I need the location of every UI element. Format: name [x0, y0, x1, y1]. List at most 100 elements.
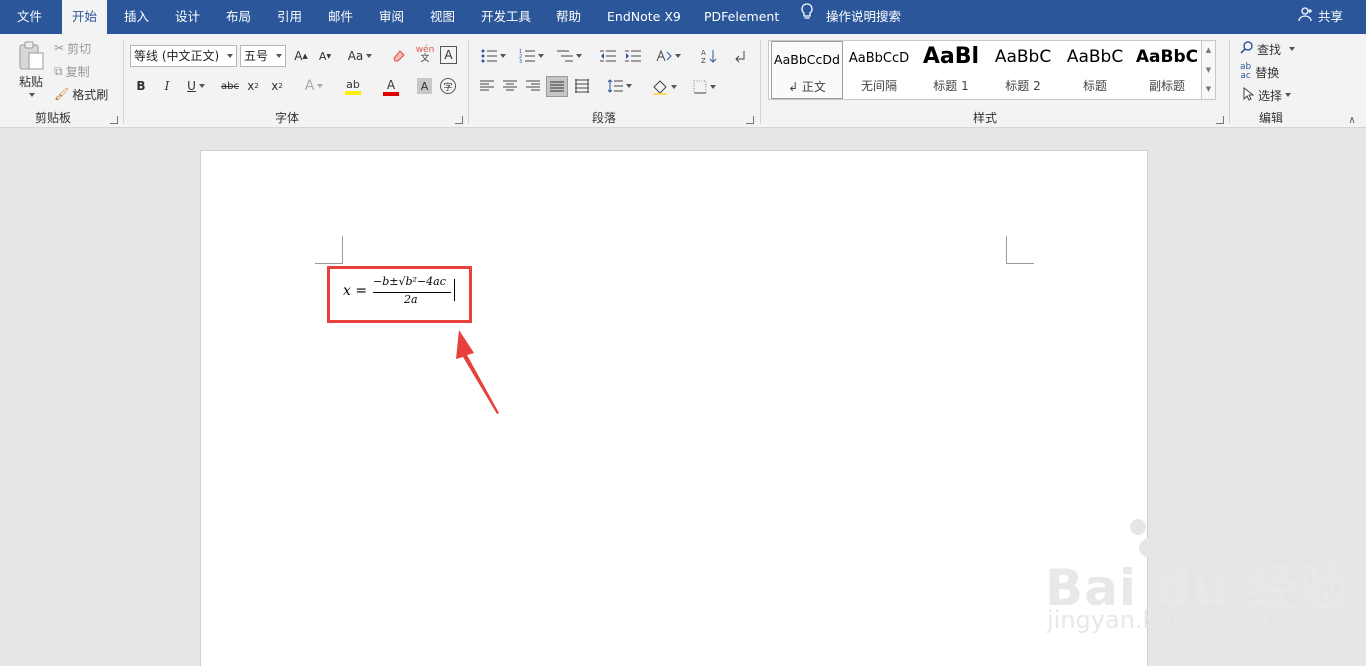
tab-layout[interactable]: 布局 — [226, 0, 251, 34]
document-page[interactable] — [200, 150, 1148, 666]
tab-help[interactable]: 帮助 — [556, 0, 581, 34]
line-spacing-button[interactable] — [603, 78, 635, 94]
select-label: 选择 — [1258, 88, 1283, 103]
clipboard-launcher-icon[interactable] — [110, 116, 118, 124]
copy-button[interactable]: ⧉ 复制 — [54, 63, 90, 79]
text-effects-button[interactable]: A — [300, 77, 328, 95]
align-right-icon[interactable] — [524, 78, 542, 94]
share-label: 共享 — [1317, 9, 1343, 24]
subscript-button[interactable]: x2 — [245, 77, 261, 95]
crop-mark-top-left — [315, 236, 343, 264]
style-preview: AaBbC — [1135, 47, 1199, 67]
font-name-select[interactable]: 等线 (中文正文) — [130, 45, 237, 67]
style-no-spacing[interactable]: AaBbCcD 无间隔 — [843, 41, 915, 99]
group-label-clipboard: 剪贴板 — [35, 111, 72, 125]
paintbrush-icon: 🖌 — [54, 87, 70, 101]
change-case-button[interactable]: Aa — [345, 47, 375, 65]
find-button[interactable]: 查找 — [1240, 40, 1296, 58]
show-marks-icon[interactable] — [732, 47, 748, 65]
strikethrough-button[interactable]: abc — [220, 77, 240, 95]
tab-pdfelement[interactable]: PDFelement — [704, 0, 779, 34]
highlight-swatch — [345, 91, 361, 95]
cursor-arrow-icon — [1243, 86, 1255, 104]
chevron-down-icon[interactable] — [25, 90, 35, 100]
chevron-up-icon[interactable]: ▲ — [1202, 43, 1215, 57]
style-preview: AaBbC — [1066, 47, 1124, 67]
svg-text:Z: Z — [701, 57, 706, 64]
replace-button[interactable]: ab ac 替换 — [1240, 63, 1279, 81]
tab-view[interactable]: 视图 — [430, 0, 455, 34]
character-shading-icon[interactable]: A — [417, 78, 432, 94]
tab-references[interactable]: 引用 — [277, 0, 302, 34]
tab-mailings[interactable]: 邮件 — [328, 0, 353, 34]
group-label-styles: 样式 — [973, 111, 998, 125]
italic-button[interactable]: I — [160, 77, 174, 95]
highlight-color-button[interactable]: ab — [337, 77, 369, 97]
paste-button[interactable]: 粘贴 — [14, 73, 48, 89]
sort-icon[interactable]: AZ — [700, 47, 718, 65]
style-name: 标题 — [1082, 79, 1107, 93]
group-label-editing: 编辑 — [1259, 111, 1284, 125]
numbering-icon: 123 — [519, 49, 535, 63]
grow-font-icon[interactable]: A ▲ — [293, 47, 309, 65]
paw-icon — [1118, 515, 1188, 560]
gallery-scroll[interactable]: ▲ ▼ ▼ — [1201, 41, 1215, 99]
divider — [1229, 40, 1230, 124]
tab-endnote[interactable]: EndNote X9 — [607, 0, 681, 34]
style-heading-2[interactable]: AaBbC 标题 2 — [987, 41, 1059, 99]
borders-button[interactable] — [688, 78, 720, 96]
font-color-button[interactable]: A — [375, 77, 407, 97]
find-label: 查找 — [1257, 42, 1282, 57]
bold-button[interactable]: B — [134, 77, 148, 95]
clear-formatting-icon[interactable] — [390, 47, 408, 65]
line-spacing-icon — [607, 79, 623, 93]
tab-design[interactable]: 设计 — [175, 0, 200, 34]
style-subtitle[interactable]: AaBbC 副标题 — [1131, 41, 1203, 99]
tab-developer[interactable]: 开发工具 — [481, 0, 531, 34]
share-button[interactable]: 共享 — [1298, 0, 1343, 34]
shrink-font-icon[interactable]: A ▼ — [317, 47, 333, 65]
justify-button[interactable] — [546, 76, 568, 97]
paragraph-launcher-icon[interactable] — [746, 116, 754, 124]
divider — [760, 40, 761, 124]
decrease-indent-icon[interactable] — [598, 47, 618, 65]
select-button[interactable]: 选择 — [1243, 86, 1292, 104]
gallery-more-icon[interactable]: ▼ — [1202, 82, 1215, 96]
asian-layout-button[interactable] — [653, 47, 683, 65]
style-title[interactable]: AaBbC 标题 — [1059, 41, 1131, 99]
font-name-value: 等线 (中文正文) — [134, 49, 220, 63]
numbering-button[interactable]: 123 — [516, 47, 546, 65]
tab-insert[interactable]: 插入 — [124, 0, 149, 34]
tab-home[interactable]: 开始 — [62, 0, 108, 34]
underline-button[interactable]: U — [184, 77, 208, 95]
styles-launcher-icon[interactable] — [1216, 116, 1224, 124]
enclose-characters-icon[interactable]: 字 — [440, 78, 456, 94]
style-preview: AaBbC — [994, 47, 1052, 67]
character-border-icon[interactable]: A — [440, 46, 457, 64]
style-name: 标题 1 — [933, 79, 969, 93]
style-normal[interactable]: AaBbCcDd ↲ 正文 — [771, 41, 843, 99]
font-launcher-icon[interactable] — [455, 116, 463, 124]
tab-review[interactable]: 审阅 — [379, 0, 404, 34]
style-name: 标题 2 — [1005, 79, 1041, 93]
tell-me-search[interactable]: 操作说明搜索 — [826, 0, 901, 34]
align-center-icon[interactable] — [501, 78, 519, 94]
superscript-button[interactable]: x2 — [269, 77, 285, 95]
collapse-ribbon-icon[interactable]: ∧ — [1345, 114, 1359, 126]
group-label-paragraph: 段落 — [592, 111, 617, 125]
paste-icon[interactable] — [14, 40, 48, 72]
format-painter-button[interactable]: 🖌 格式刷 — [54, 86, 108, 102]
increase-indent-icon[interactable] — [623, 47, 643, 65]
cut-button[interactable]: ✂ 剪切 — [54, 40, 91, 56]
align-left-icon[interactable] — [478, 78, 496, 94]
phonetic-guide-icon[interactable]: wén 文 — [415, 45, 435, 65]
tab-file[interactable]: 文件 — [17, 0, 42, 34]
distributed-icon[interactable] — [573, 78, 591, 94]
font-size-select[interactable]: 五号 — [240, 45, 286, 67]
chevron-down-icon[interactable]: ▼ — [1202, 63, 1215, 77]
bullets-button[interactable] — [478, 47, 508, 65]
replace-label: 替换 — [1255, 65, 1280, 80]
style-heading-1[interactable]: AaBl 标题 1 — [915, 41, 987, 99]
shading-button[interactable] — [648, 78, 680, 96]
multilevel-list-button[interactable] — [554, 47, 584, 65]
